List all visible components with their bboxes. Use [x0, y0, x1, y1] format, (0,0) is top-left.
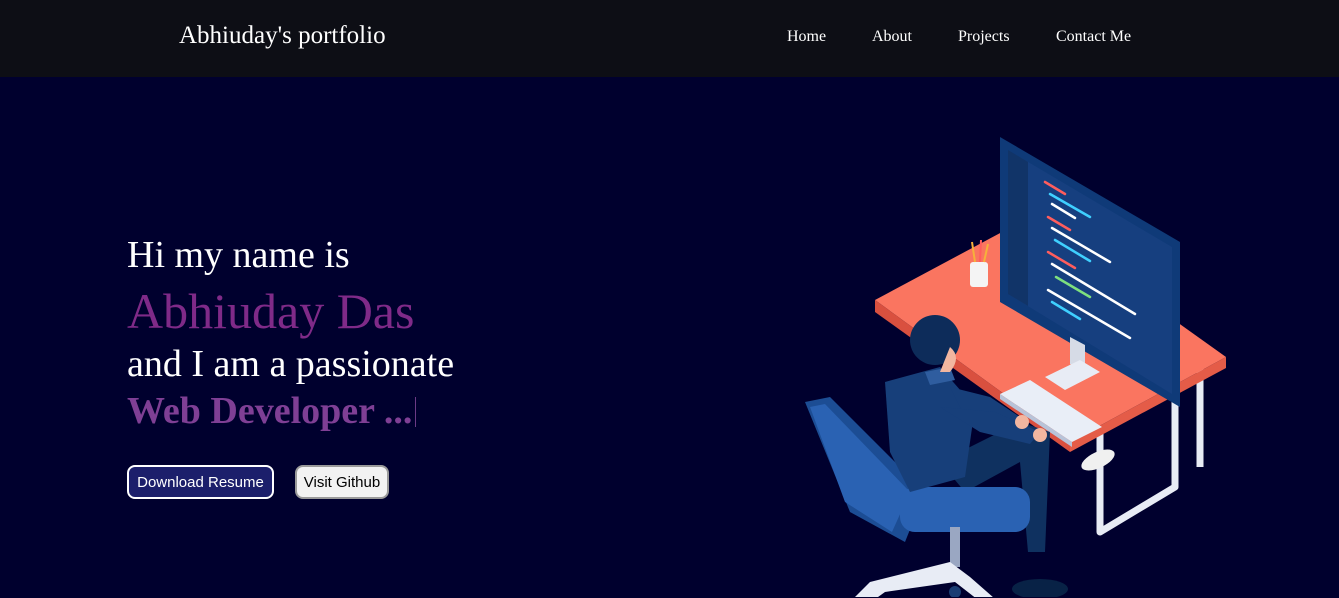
hero-name: Abhiuday Das — [127, 283, 415, 339]
hero-role: Web Developer ... — [127, 389, 417, 433]
navbar: Abhiuday's portfolio Home About Projects… — [0, 0, 1339, 77]
hero-tagline: and I am a passionate — [127, 343, 455, 385]
visit-github-button[interactable]: Visit Github — [295, 465, 389, 499]
hero-greeting: Hi my name is — [127, 234, 350, 276]
nav-contact-link[interactable]: Contact Me — [1056, 28, 1131, 46]
hero-section: Hi my name is Abhiuday Das and I am a pa… — [0, 77, 1339, 598]
download-resume-button[interactable]: Download Resume — [127, 465, 274, 499]
nav-projects-link[interactable]: Projects — [958, 28, 1010, 46]
hero-role-text: Web Developer ... — [127, 390, 413, 432]
nav-about-link[interactable]: About — [872, 28, 912, 46]
nav-links: Home About Projects Contact Me — [0, 28, 1339, 52]
developer-at-desk-illustration — [805, 137, 1226, 597]
nav-home-link[interactable]: Home — [787, 28, 826, 46]
typing-cursor — [415, 397, 417, 427]
